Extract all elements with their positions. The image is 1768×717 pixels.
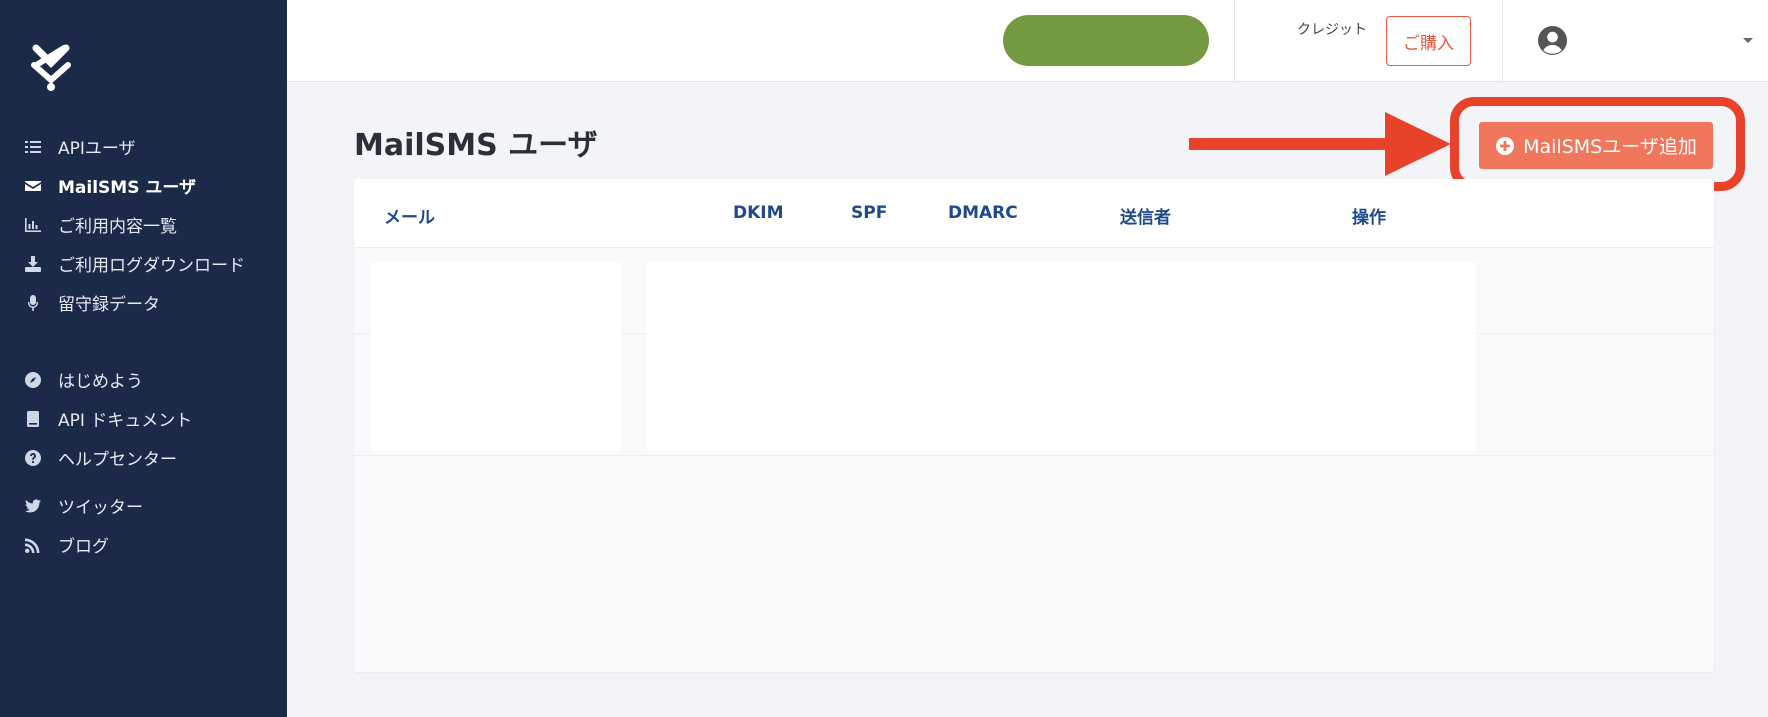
sidebar-item-label: はじめよう	[58, 372, 143, 392]
nav-secondary: はじめよう API ドキュメント ヘルプセンター	[0, 360, 287, 477]
sidebar-item-label: ご利用内容一覧	[58, 217, 177, 237]
page-title: MailSMS ユーザ	[354, 128, 598, 163]
column-header-spf[interactable]: SPF	[851, 203, 887, 223]
buy-button[interactable]: ご購入	[1386, 16, 1471, 66]
app-logo[interactable]	[28, 44, 74, 92]
column-header-dmarc[interactable]: DMARC	[948, 203, 1018, 223]
column-header-sender[interactable]: 送信者	[1120, 203, 1171, 228]
plus-circle-icon	[1496, 136, 1515, 155]
sidebar-item-label: MailSMS ユーザ	[58, 178, 197, 198]
add-button-label: MailSMSユーザ追加	[1523, 136, 1697, 158]
compass-icon	[24, 371, 42, 389]
sidebar-item-voicemail[interactable]: 留守録データ	[0, 283, 287, 322]
list-icon	[24, 138, 42, 156]
sidebar-item-label: ご利用ログダウンロード	[58, 256, 245, 276]
sidebar-item-twitter[interactable]: ツイッター	[0, 486, 287, 525]
question-circle-icon	[24, 449, 42, 467]
sidebar-item-api-docs[interactable]: API ドキュメント	[0, 399, 287, 438]
column-header-dkim[interactable]: DKIM	[733, 203, 784, 223]
annotation-arrow	[1189, 112, 1451, 176]
redacted-email-cells	[371, 262, 621, 451]
header-divider	[1234, 0, 1235, 82]
top-header: クレジット ご購入	[287, 0, 1768, 82]
nav-social: ツイッター ブログ	[0, 486, 287, 564]
rss-icon	[24, 536, 42, 554]
user-avatar-icon[interactable]	[1537, 25, 1568, 56]
sidebar-item-label: ブログ	[58, 537, 109, 557]
sidebar-item-label: API ドキュメント	[58, 411, 193, 431]
column-header-actions[interactable]: 操作	[1352, 203, 1386, 228]
header-divider	[1502, 0, 1503, 82]
table-header: メール DKIM SPF DMARC 送信者 操作	[354, 179, 1714, 248]
bar-chart-icon	[24, 216, 42, 234]
sidebar-item-mailsms-users[interactable]: MailSMS ユーザ	[0, 166, 287, 205]
redacted-row-cells	[647, 262, 1476, 451]
download-icon	[24, 255, 42, 273]
microphone-icon	[24, 294, 42, 312]
chevron-down-icon[interactable]	[1742, 37, 1754, 45]
nav-primary: APIユーザ MailSMS ユーザ ご利用内容一覧 ご利用ログダウンロード 留…	[0, 127, 287, 322]
sidebar-item-label: ヘルプセンター	[58, 450, 177, 470]
twitter-icon	[24, 497, 42, 515]
sidebar-item-label: ツイッター	[58, 498, 143, 518]
mailsms-users-table: メール DKIM SPF DMARC 送信者 操作	[354, 179, 1714, 672]
sidebar-item-blog[interactable]: ブログ	[0, 525, 287, 564]
credit-label: クレジット	[1297, 22, 1367, 38]
column-header-email[interactable]: メール	[384, 203, 435, 228]
sidebar: APIユーザ MailSMS ユーザ ご利用内容一覧 ご利用ログダウンロード 留…	[0, 0, 287, 717]
sidebar-item-api-users[interactable]: APIユーザ	[0, 127, 287, 166]
redacted-account-name	[1003, 15, 1209, 66]
sidebar-item-usage-list[interactable]: ご利用内容一覧	[0, 205, 287, 244]
sidebar-item-help-center[interactable]: ヘルプセンター	[0, 438, 287, 477]
sidebar-item-label: 留守録データ	[58, 295, 160, 315]
sidebar-item-getting-started[interactable]: はじめよう	[0, 360, 287, 399]
add-mailsms-user-button[interactable]: MailSMSユーザ追加	[1479, 122, 1713, 169]
envelope-icon	[24, 177, 42, 195]
sidebar-item-log-download[interactable]: ご利用ログダウンロード	[0, 244, 287, 283]
row-divider	[354, 455, 1714, 456]
sidebar-item-label: APIユーザ	[58, 139, 136, 159]
book-icon	[24, 410, 42, 428]
